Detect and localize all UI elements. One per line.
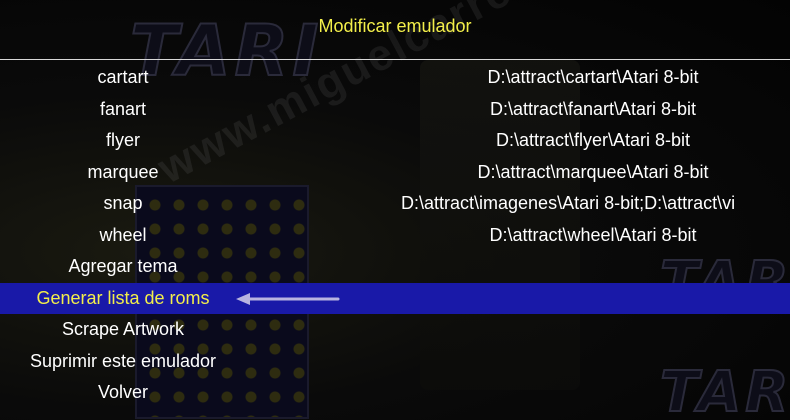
emulator-menu: cartart D:\attract\cartart\Atari 8-bit f…	[0, 62, 790, 409]
menu-item-cartart[interactable]: cartart D:\attract\cartart\Atari 8-bit	[0, 62, 790, 94]
menu-item-value: D:\attract\flyer\Atari 8-bit	[495, 130, 691, 151]
menu-item-scrape-artwork[interactable]: Scrape Artwork	[0, 314, 790, 346]
page-title: Modificar emulador	[318, 16, 472, 36]
menu-item-value: D:\attract\fanart\Atari 8-bit	[489, 98, 697, 119]
menu-item-add-theme[interactable]: Agregar tema	[0, 251, 790, 283]
frontend-screen: TARI TAR TAR www.miguelcarreras.com Modi…	[0, 0, 790, 420]
menu-item-label: Suprimir este emulador	[29, 350, 217, 371]
menu-item-label: wheel	[99, 224, 147, 245]
menu-item-label: Scrape Artwork	[61, 319, 185, 340]
menu-item-wheel[interactable]: wheel D:\attract\wheel\Atari 8-bit	[0, 220, 790, 252]
menu-item-generate-rom-list[interactable]: Generar lista de roms	[0, 282, 790, 314]
menu-item-label: Agregar tema	[68, 256, 178, 277]
menu-item-value: D:\attract\imagenes\Atari 8-bit;D:\attra…	[401, 193, 736, 214]
menu-item-delete-emulator[interactable]: Suprimir este emulador	[0, 346, 790, 378]
menu-item-marquee[interactable]: marquee D:\attract\marquee\Atari 8-bit	[0, 157, 790, 189]
menu-item-fanart[interactable]: fanart D:\attract\fanart\Atari 8-bit	[0, 94, 790, 126]
menu-item-value: D:\attract\wheel\Atari 8-bit	[489, 224, 697, 245]
menu-item-snap[interactable]: snap D:\attract\imagenes\Atari 8-bit;D:\…	[0, 188, 790, 220]
menu-item-label: flyer	[105, 130, 140, 151]
menu-item-back[interactable]: Volver	[0, 377, 790, 409]
menu-item-label: Generar lista de roms	[36, 287, 210, 308]
title-divider	[0, 59, 790, 60]
left-arrow-icon	[236, 292, 340, 305]
menu-item-label: fanart	[99, 98, 147, 119]
menu-item-flyer[interactable]: flyer D:\attract\flyer\Atari 8-bit	[0, 125, 790, 157]
menu-item-label: snap	[103, 193, 143, 214]
menu-item-value: D:\attract\marquee\Atari 8-bit	[477, 161, 709, 182]
menu-item-value: D:\attract\cartart\Atari 8-bit	[487, 67, 699, 88]
menu-item-label: marquee	[87, 161, 159, 182]
menu-item-label: Volver	[97, 382, 149, 403]
menu-item-label: cartart	[97, 67, 149, 88]
